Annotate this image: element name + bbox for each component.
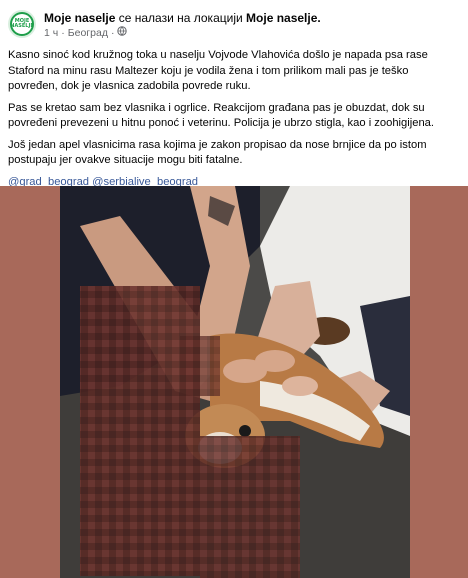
post-paragraph: Kasno sinoć kod kružnog toka u naselju V…	[8, 49, 428, 92]
location-prefix: се налази на локацији	[118, 11, 243, 25]
post-time[interactable]: 1 ч	[44, 26, 58, 40]
post-subline: 1 ч · Београд ·	[44, 26, 321, 40]
post-body: Kasno sinoć kod kružnog toka u naselju V…	[8, 48, 458, 196]
post-place[interactable]: Београд	[68, 26, 108, 40]
post-photo[interactable]	[60, 186, 410, 578]
globe-icon[interactable]	[117, 26, 128, 40]
post-photo-frame	[0, 186, 468, 578]
post-paragraph: Još jedan apel vlasnicima rasa kojima je…	[8, 138, 427, 167]
avatar-logo-text: MOJE NASELJE	[10, 18, 34, 29]
separator-dot: ·	[110, 27, 115, 39]
page-name-link[interactable]: Moje naselje	[44, 11, 115, 25]
location-link[interactable]: Moje naselje.	[246, 11, 321, 25]
page-avatar[interactable]: MOJE NASELJE	[8, 10, 36, 38]
post-paragraph: Pas se kretao sam bez vlasnika i ogrlice…	[8, 101, 435, 130]
photo-illustration	[60, 186, 410, 578]
separator-dot: ·	[61, 27, 65, 39]
post-header: MOJE NASELJE Moje naselje се налази на л…	[8, 10, 460, 44]
avatar-logo: MOJE NASELJE	[10, 14, 34, 34]
facebook-post: MOJE NASELJE Moje naselje се налази на л…	[0, 0, 468, 578]
post-title-line: Moje naselje се налази на локацији Moje …	[44, 10, 321, 26]
post-meta: Moje naselje се налази на локацији Moje …	[44, 10, 321, 40]
